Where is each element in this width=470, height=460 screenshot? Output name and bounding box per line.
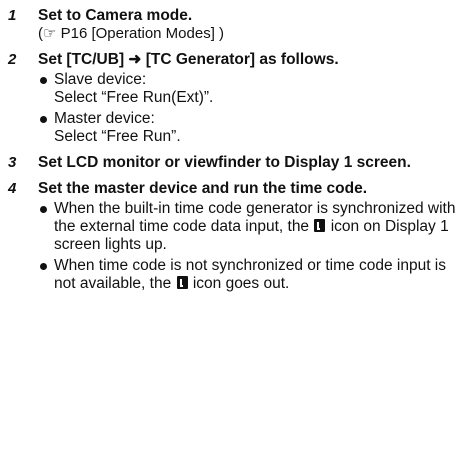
list-item: Master device: Select “Free Run”.: [38, 110, 470, 146]
step-4: 4 Set the master device and run the time…: [0, 180, 470, 293]
step-title: Set LCD monitor or viewfinder to Display…: [38, 154, 411, 171]
bullet-value: Select “Free Run”.: [54, 128, 181, 145]
step-number: 2: [8, 51, 17, 68]
step-number: 1: [8, 7, 17, 24]
list-item: When the built-in time code generator is…: [38, 200, 470, 254]
bullet-icon: [40, 263, 47, 270]
step-2: 2 Set [TC/UB] ➜ [TC Generator] as follow…: [0, 51, 470, 146]
list-item: Slave device: Select “Free Run(Ext)”.: [38, 71, 470, 107]
bullet-icon: [40, 116, 47, 123]
step-number: 3: [8, 154, 17, 171]
step-title: Set the master device and run the time c…: [38, 180, 368, 197]
step-3: 3 Set LCD monitor or viewfinder to Displ…: [0, 154, 470, 172]
instruction-page: 1 Set to Camera mode. (☞ P16 [Operation …: [0, 0, 470, 293]
bullet-list: Slave device: Select “Free Run(Ext)”. Ma…: [38, 71, 470, 146]
tc-lock-icon: [314, 219, 326, 232]
bullet-label: Slave device:: [54, 71, 147, 88]
step-1: 1 Set to Camera mode. (☞ P16 [Operation …: [0, 7, 470, 43]
step-number: 4: [8, 180, 17, 197]
note-text-after: icon goes out.: [192, 275, 290, 292]
step-title: Set [TC/UB] ➜ [TC Generator] as follows.: [38, 51, 339, 68]
list-item: When time code is not synchronized or ti…: [38, 257, 470, 293]
tc-lock-icon: [176, 276, 188, 289]
bullet-value: Select “Free Run(Ext)”.: [54, 89, 214, 106]
bullet-list: When the built-in time code generator is…: [38, 200, 470, 293]
page-reference: (☞ P16 [Operation Modes] ): [38, 25, 225, 42]
step-title: Set to Camera mode.: [38, 7, 193, 24]
bullet-icon: [40, 206, 47, 213]
bullet-icon: [40, 77, 47, 84]
bullet-label: Master device:: [54, 110, 155, 127]
